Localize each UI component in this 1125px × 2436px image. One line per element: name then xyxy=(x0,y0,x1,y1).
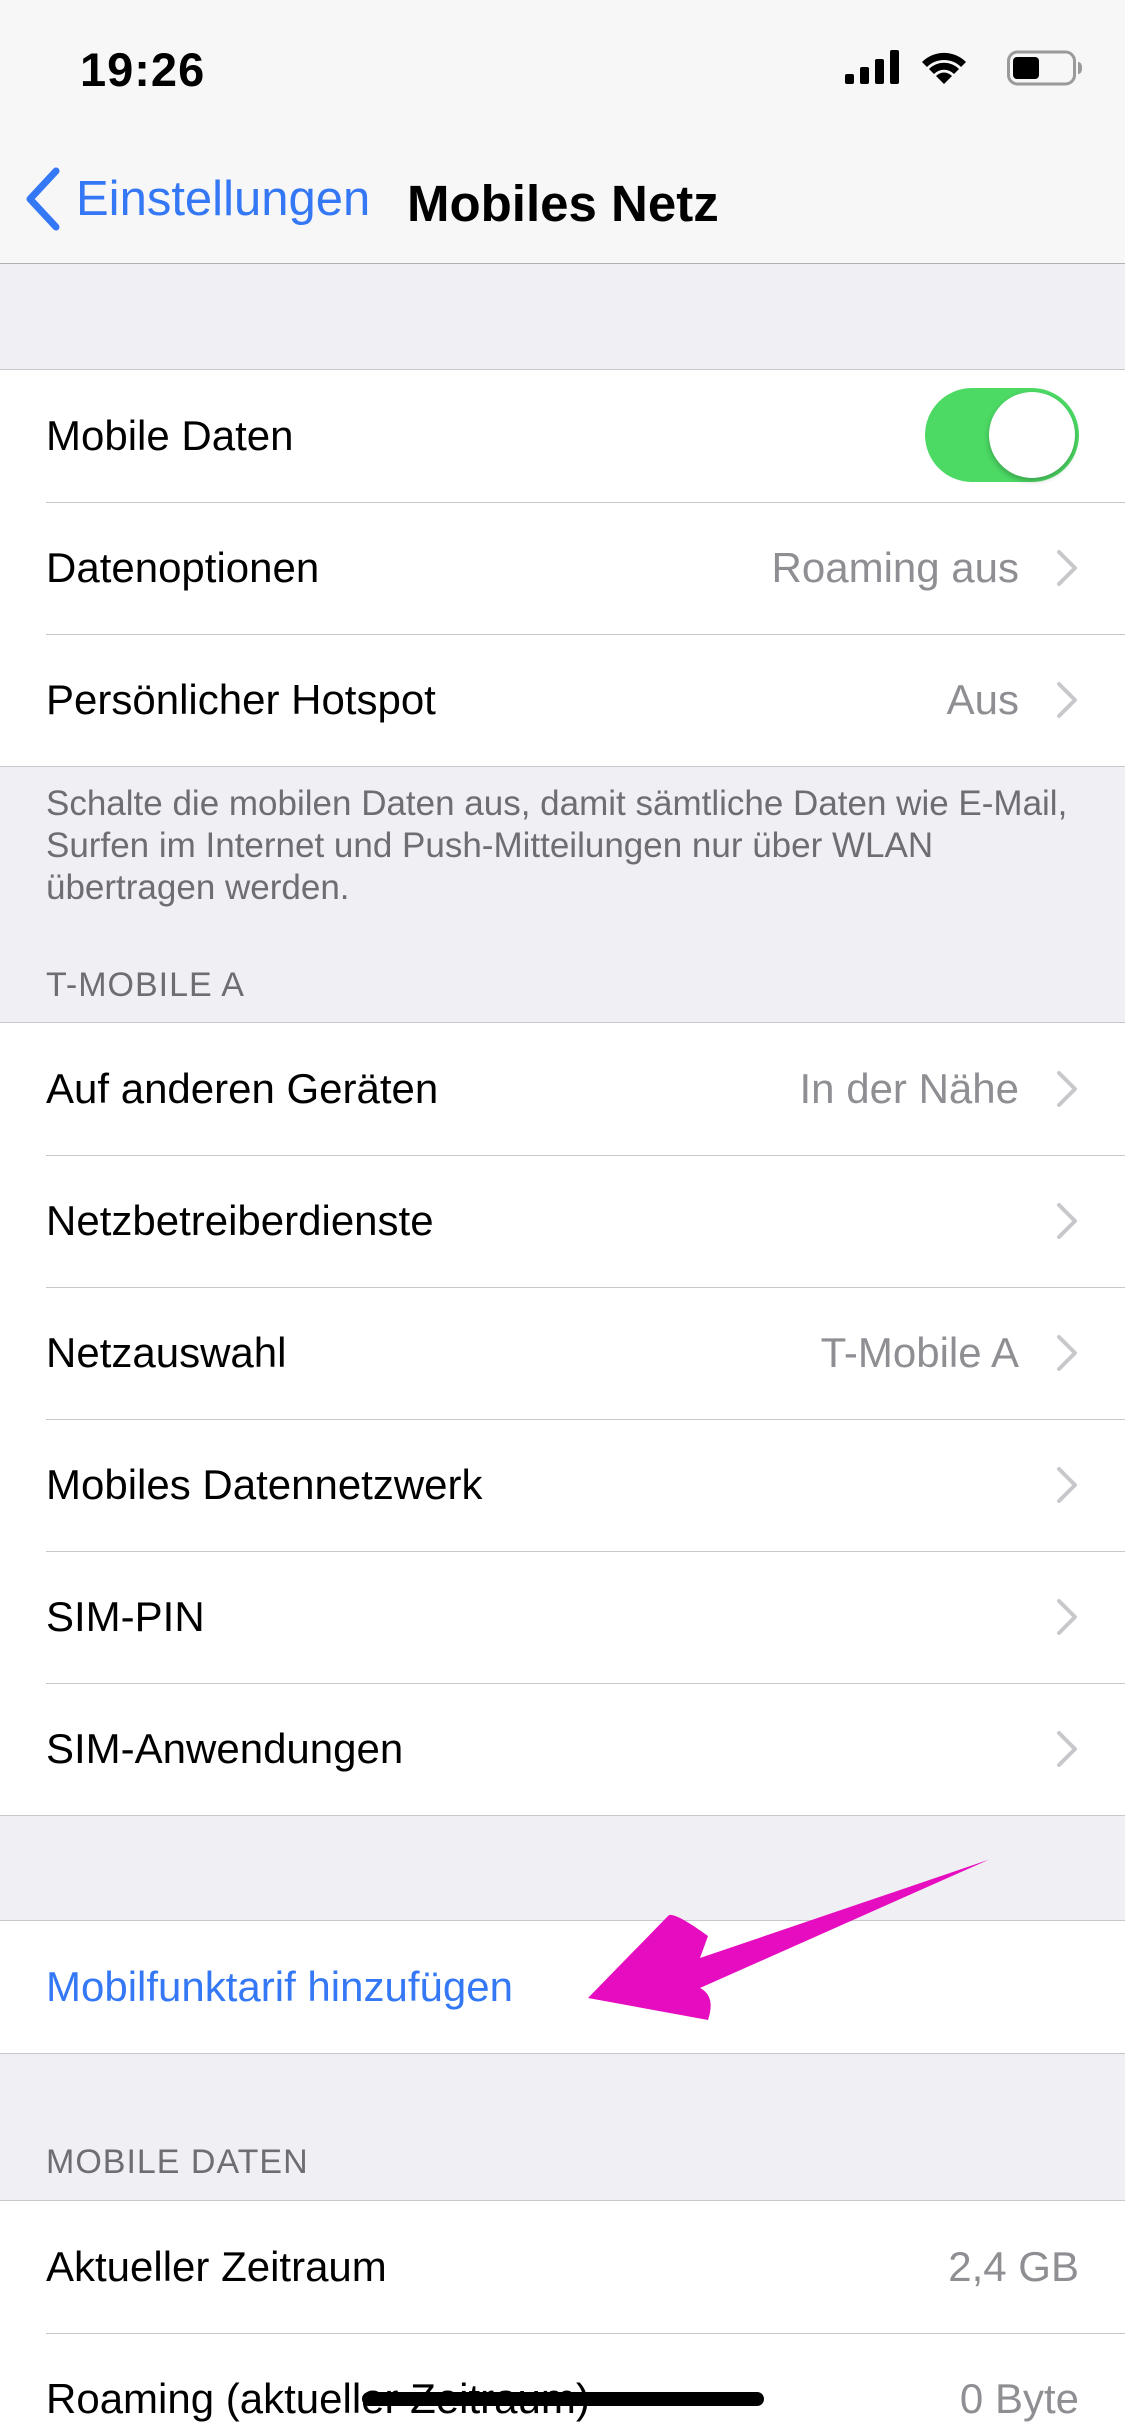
carrier-section-header: T-MOBILE A xyxy=(46,966,245,1004)
mobile-data-network-row[interactable]: Mobiles Datennetzwerk xyxy=(0,1419,1125,1551)
roaming-period-value: 0 Byte xyxy=(959,2375,1079,2422)
navigation-bar: Einstellungen Mobiles Netz xyxy=(0,132,1125,264)
battery-icon xyxy=(1007,50,1082,86)
row-label: Netzauswahl xyxy=(46,1329,287,1376)
row-label: Netzbetreiberdienste xyxy=(46,1197,434,1244)
add-plan-button[interactable]: Mobilfunktarif hinzufügen xyxy=(0,1921,1125,2053)
home-indicator[interactable] xyxy=(362,2392,764,2406)
current-period-value: 2,4 GB xyxy=(948,2243,1079,2290)
row-label: SIM-Anwendungen xyxy=(46,1725,404,1772)
hotspot-value: Aus xyxy=(946,676,1019,723)
network-selection-row[interactable]: Netzauswahl T-Mobile A xyxy=(0,1287,1125,1419)
mobile-data-label: Mobile Daten xyxy=(46,412,294,459)
carrier-group: Auf anderen Geräten In der Nähe Netzbetr… xyxy=(0,1022,1125,1816)
current-period-label: Aktueller Zeitraum xyxy=(46,2243,387,2290)
usage-section-header: MOBILE DATEN xyxy=(46,2143,309,2181)
mobile-data-footer: Schalte die mobilen Daten aus, damit säm… xyxy=(46,784,1068,907)
chevron-right-icon xyxy=(1057,1599,1077,1635)
status-time: 19:26 xyxy=(80,43,206,96)
add-plan-label: Mobilfunktarif hinzufügen xyxy=(46,1963,513,2010)
chevron-right-icon xyxy=(1057,1203,1077,1239)
row-value: T-Mobile A xyxy=(820,1329,1019,1376)
hotspot-label: Persönlicher Hotspot xyxy=(46,676,436,723)
roaming-period-row: Roaming (aktueller Zeitraum) 0 Byte xyxy=(0,2333,1125,2436)
data-options-label: Datenoptionen xyxy=(46,544,320,591)
hotspot-row[interactable]: Persönlicher Hotspot Aus xyxy=(0,634,1125,766)
sim-applications-row[interactable]: SIM-Anwendungen xyxy=(0,1683,1125,1815)
signal-icon xyxy=(845,50,899,84)
row-label: SIM-PIN xyxy=(46,1593,205,1640)
current-period-row: Aktueller Zeitraum 2,4 GB xyxy=(0,2201,1125,2333)
carrier-services-row[interactable]: Netzbetreiberdienste xyxy=(0,1155,1125,1287)
sim-pin-row[interactable]: SIM-PIN xyxy=(0,1551,1125,1683)
row-label: Auf anderen Geräten xyxy=(46,1065,439,1112)
chevron-right-icon xyxy=(1057,1335,1077,1371)
chevron-right-icon xyxy=(1057,682,1077,718)
data-options-row[interactable]: Datenoptionen Roaming aus xyxy=(0,502,1125,634)
data-options-value: Roaming aus xyxy=(771,544,1019,591)
add-plan-group: Mobilfunktarif hinzufügen xyxy=(0,1920,1125,2054)
mobile-data-row: Mobile Daten xyxy=(0,370,1125,502)
mobile-data-toggle[interactable] xyxy=(925,388,1079,482)
chevron-right-icon xyxy=(1057,550,1077,586)
mobile-data-group: Mobile Daten Datenoptionen Roaming aus P… xyxy=(0,369,1125,767)
row-label: Mobiles Datennetzwerk xyxy=(46,1461,483,1508)
other-devices-row[interactable]: Auf anderen Geräten In der Nähe xyxy=(0,1023,1125,1155)
chevron-right-icon xyxy=(1057,1467,1077,1503)
row-value: In der Nähe xyxy=(799,1065,1019,1112)
chevron-right-icon xyxy=(1057,1731,1077,1767)
toggle-knob xyxy=(989,392,1075,478)
wifi-icon xyxy=(922,52,966,84)
status-bar: 19:26 xyxy=(0,0,1125,132)
back-button-label: Einstellungen xyxy=(76,172,371,226)
page-title: Mobiles Netz xyxy=(407,175,719,232)
chevron-right-icon xyxy=(1057,1071,1077,1107)
chevron-left-icon xyxy=(26,167,60,231)
back-button[interactable]: Einstellungen xyxy=(24,166,370,232)
